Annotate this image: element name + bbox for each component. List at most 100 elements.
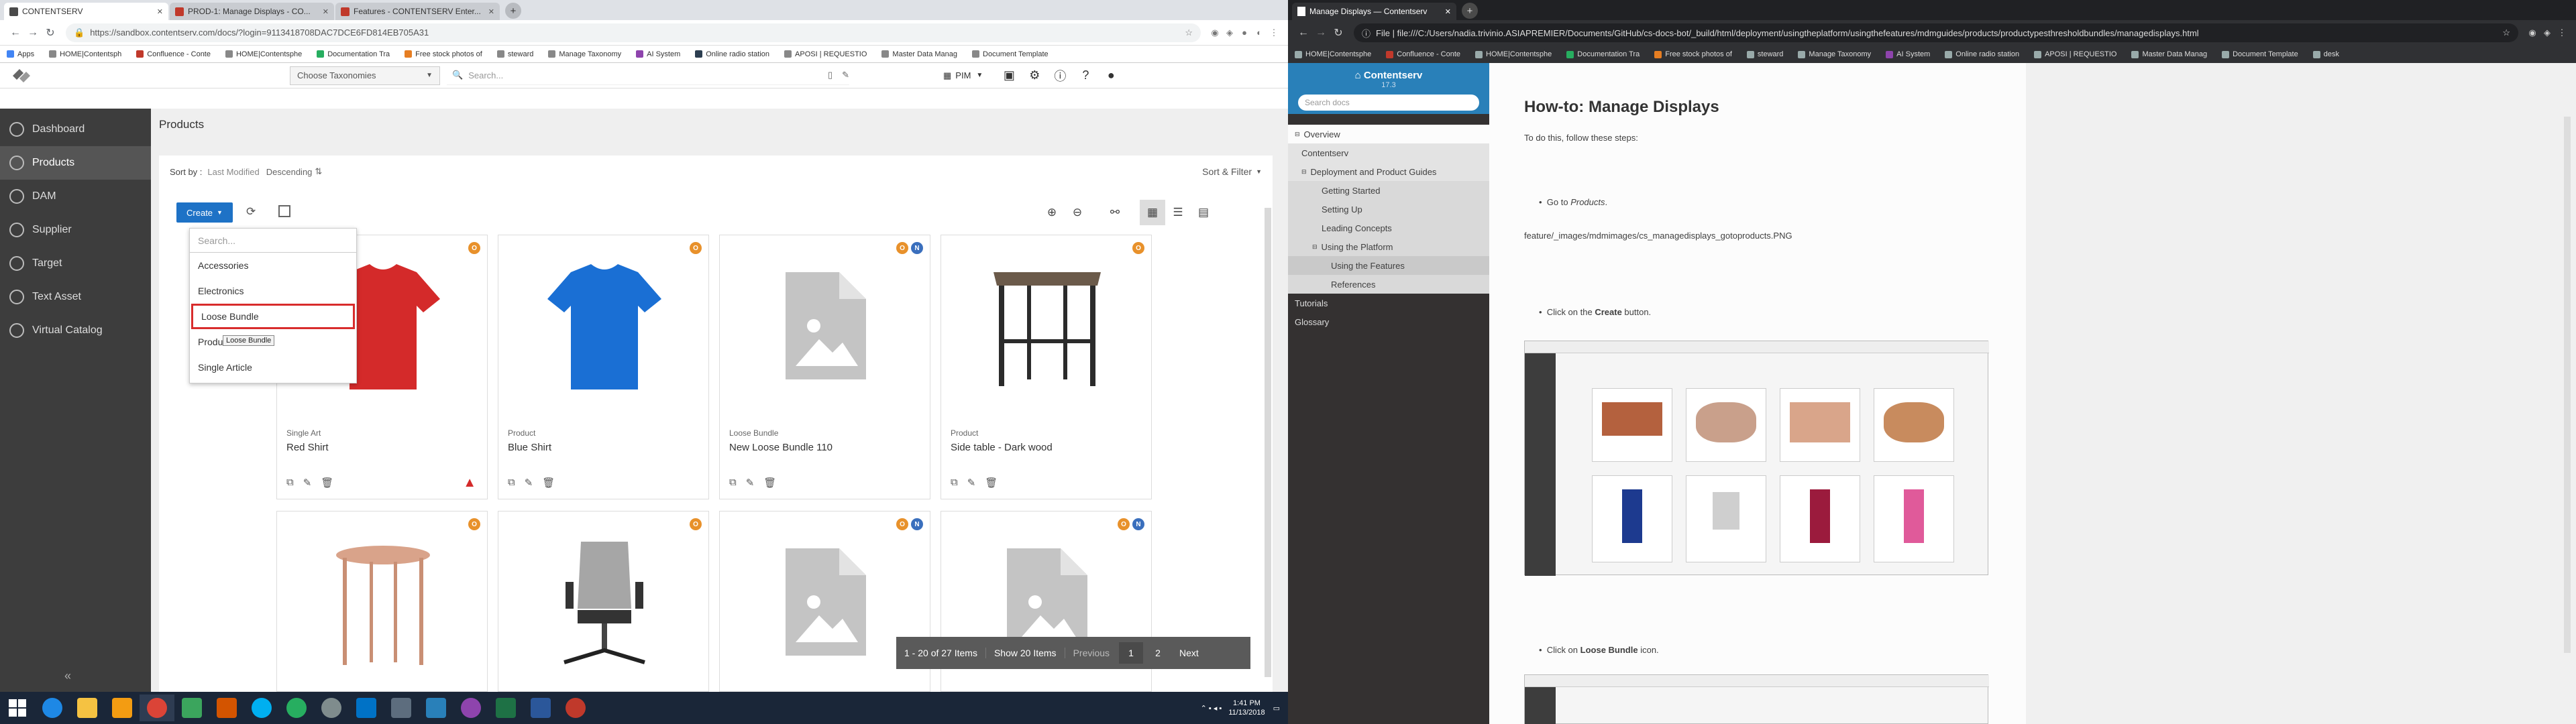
word-icon[interactable] [523, 695, 558, 721]
sidebar-item-dam[interactable]: DAM [0, 180, 151, 213]
app-icon[interactable] [384, 695, 419, 721]
extension-icon[interactable]: ◉ [1208, 27, 1222, 38]
close-tab-icon[interactable]: ✕ [157, 7, 163, 16]
new-tab-button[interactable]: + [1462, 3, 1478, 19]
app-icon[interactable] [209, 695, 244, 721]
reload-icon[interactable]: ↻ [1330, 26, 1347, 40]
outlook-icon[interactable] [349, 695, 384, 721]
next-page-button[interactable]: Next [1171, 648, 1207, 658]
table-view-icon[interactable]: ▤ [1191, 200, 1216, 225]
pin-icon[interactable]: ✎ [967, 477, 976, 489]
close-tab-icon[interactable]: ✕ [1445, 7, 1451, 16]
address-bar[interactable]: 🔒 https://sandbox.contentserv.com/docs/?… [66, 23, 1201, 42]
product-card[interactable]: O [498, 511, 709, 692]
calendar-icon[interactable]: ▣ [996, 68, 1022, 82]
close-tab-icon[interactable]: ✕ [323, 7, 329, 16]
skype-icon[interactable] [244, 695, 279, 721]
bookmark[interactable]: Document Template [2222, 50, 2298, 58]
menu-dots-icon[interactable]: ⋮ [1267, 27, 1281, 38]
browser-tab[interactable]: Manage Displays — Contentserv ✕ [1292, 3, 1456, 20]
grid-scrollbar[interactable] [1265, 208, 1271, 677]
bookmark[interactable]: APOSI | REQUESTIO [784, 50, 867, 58]
collapse-sidebar-icon[interactable]: « [64, 669, 71, 683]
sort-filter-toggle[interactable]: Sort & Filter [1202, 166, 1252, 177]
chrome-icon[interactable] [140, 695, 174, 721]
nav-item[interactable]: ⊟ Overview [1288, 125, 1489, 143]
menu-item-single-article[interactable]: Single Article [190, 355, 356, 380]
nav-item[interactable]: References [1288, 275, 1489, 294]
list-view-icon[interactable]: ☰ [1165, 200, 1191, 225]
nav-item[interactable]: Setting Up [1288, 200, 1489, 219]
bookmark[interactable]: APOSI | REQUESTIO [2034, 50, 2116, 58]
bookmark[interactable]: Documentation Tra [1566, 50, 1640, 58]
zoom-in-icon[interactable]: ⊕ [1039, 200, 1065, 225]
page-scrollbar[interactable] [2564, 117, 2571, 653]
compare-icon[interactable]: ⚯ [1102, 200, 1128, 225]
browser-tab[interactable]: CONTENTSERV ✕ [4, 3, 168, 20]
menu-item-accessories[interactable]: Accessories [190, 253, 356, 278]
product-card[interactable]: O Product Side table - Dark wood ⧉ ✎ 🗑 [941, 235, 1152, 499]
bookmark-icon[interactable]: ▯ [828, 70, 833, 80]
docs-search-input[interactable]: Search docs [1298, 95, 1479, 111]
copy-icon[interactable]: ⧉ [508, 477, 515, 489]
page-size-select[interactable]: Show 20 Items [985, 648, 1065, 658]
nav-item[interactable]: Leading Concepts [1288, 219, 1489, 237]
windows-start-icon[interactable] [0, 695, 35, 721]
bookmark[interactable]: Online radio station [695, 50, 769, 58]
app-icon[interactable] [174, 695, 209, 721]
bookmark[interactable]: AI System [1886, 50, 1930, 58]
app-icon[interactable] [279, 695, 314, 721]
clock[interactable]: 1:41 PM 11/13/2018 [1228, 699, 1265, 717]
excel-icon[interactable] [488, 695, 523, 721]
docs-brand[interactable]: ⌂ Contentserv [1355, 70, 1423, 81]
taxonomy-select[interactable]: Choose Taxonomies ▼ [290, 66, 440, 85]
copy-icon[interactable]: ⧉ [729, 477, 737, 489]
create-button[interactable]: Create ▼ [176, 202, 233, 223]
pin-icon[interactable]: ✎ [842, 70, 849, 80]
contentserv-logo[interactable] [8, 65, 35, 86]
app-icon[interactable] [558, 695, 593, 721]
back-arrow-icon[interactable]: ← [1295, 27, 1312, 39]
bookmark[interactable]: desk [2312, 50, 2339, 58]
bookmark[interactable]: HOME|Contentsphe [225, 50, 302, 58]
copy-icon[interactable]: ⧉ [951, 477, 958, 489]
sort-icon[interactable]: ⇅ [315, 166, 322, 177]
nav-item[interactable]: Using the Features [1288, 256, 1489, 275]
product-card[interactable]: O N Loose Bundle New Loose Bundle 110 ⧉ ✎… [719, 235, 930, 499]
menu-item-loose-bundle[interactable]: Loose Bundle [191, 304, 355, 329]
app-icon[interactable] [419, 695, 453, 721]
sidebar-item-dashboard[interactable]: Dashboard [0, 113, 151, 146]
sidebar-item-virtual-catalog[interactable]: Virtual Catalog [0, 314, 151, 347]
bookmark[interactable]: Apps [7, 50, 34, 58]
bookmark[interactable]: Confluence - Conte [136, 50, 211, 58]
pin-icon[interactable]: ✎ [746, 477, 755, 489]
star-icon[interactable]: ☆ [2502, 27, 2510, 38]
new-tab-button[interactable]: + [505, 3, 521, 19]
address-bar[interactable]: ⓘ File | file:///C:/Users/nadia.trivinio… [1354, 23, 2518, 42]
extension-icon[interactable]: ◐ [1252, 27, 1267, 38]
product-card[interactable]: O [276, 511, 488, 692]
extension-icon[interactable]: ◉ [2525, 27, 2540, 38]
extension-icon[interactable]: ◈ [1222, 27, 1237, 38]
sidebar-item-products[interactable]: Products [0, 146, 151, 180]
bookmark[interactable]: Documentation Tra [317, 50, 390, 58]
sidebar-item-target[interactable]: Target [0, 247, 151, 280]
bookmark[interactable]: HOME|Contentsphe [1475, 50, 1552, 58]
nav-item[interactable]: Contentserv [1288, 143, 1489, 162]
nav-item[interactable]: Glossary [1288, 312, 1489, 331]
bookmark[interactable]: HOME|Contentsph [49, 50, 121, 58]
bookmark[interactable]: Online radio station [1945, 50, 2019, 58]
browser-tab[interactable]: PROD-1: Manage Displays - CO... ✕ [170, 3, 334, 20]
help-icon[interactable]: ? [1073, 68, 1098, 82]
page-number-button[interactable]: 1 [1119, 642, 1144, 664]
pin-icon[interactable]: ✎ [303, 477, 312, 489]
info-icon[interactable]: ⓘ [1047, 67, 1073, 84]
app-icon[interactable] [314, 695, 349, 721]
page-number-button[interactable]: 2 [1146, 642, 1170, 664]
browser-tab[interactable]: Features - CONTENTSERV Enter... ✕ [335, 3, 500, 20]
close-tab-icon[interactable]: ✕ [488, 7, 494, 16]
forward-arrow-icon[interactable]: → [1312, 27, 1330, 39]
dropdown-search-input[interactable]: Search... [190, 229, 356, 253]
tile-view-icon[interactable]: ▦ [1140, 200, 1165, 225]
media-player-icon[interactable] [105, 695, 140, 721]
